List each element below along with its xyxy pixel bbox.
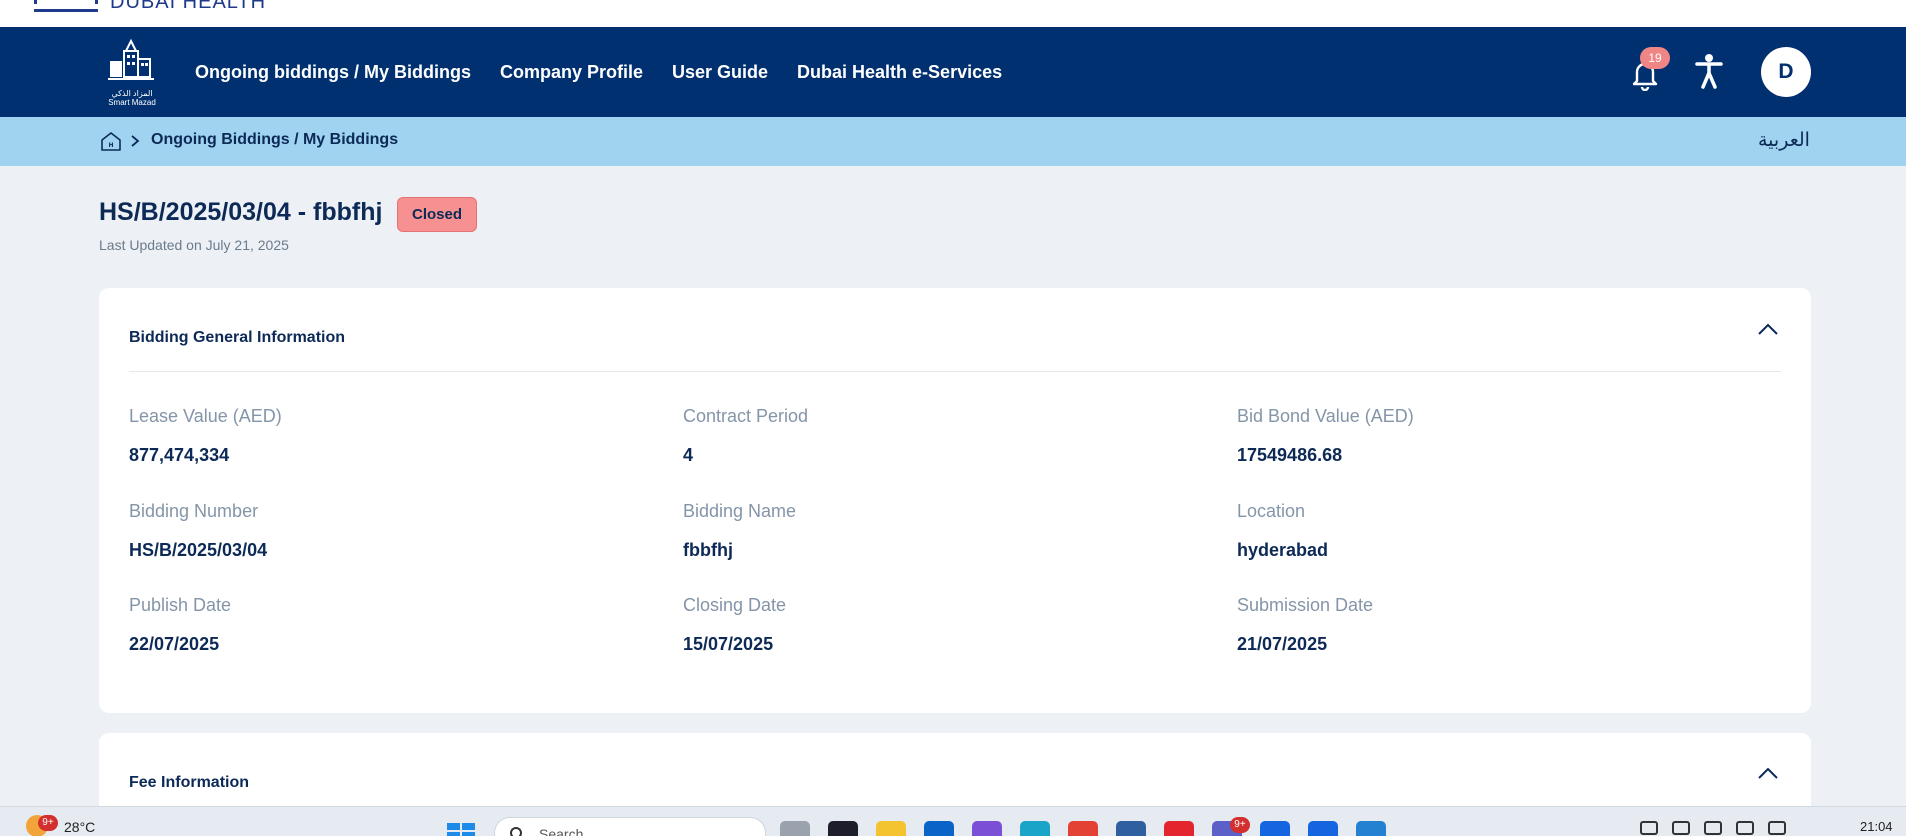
- search-placeholder: Search: [539, 826, 584, 836]
- field-value: 877,474,334: [129, 445, 230, 465]
- edge-icon[interactable]: [1020, 821, 1050, 836]
- page-title: HS/B/2025/03/04 - fbbfhj: [99, 198, 383, 226]
- wifi-icon[interactable]: [1704, 821, 1722, 835]
- chevron-right-icon: [131, 135, 140, 147]
- user-avatar[interactable]: D: [1761, 47, 1811, 97]
- system-clock[interactable]: 21:04: [1860, 819, 1893, 834]
- field-value: HS/B/2025/03/04: [129, 540, 268, 560]
- brand-name: DUBAI HEALTH: [110, 0, 267, 13]
- field-value: 4: [683, 445, 694, 465]
- chevron-up-icon[interactable]: [1757, 766, 1779, 780]
- weather-badge: 9+: [38, 815, 58, 831]
- nav-company-profile[interactable]: Company Profile: [500, 62, 643, 83]
- general-info-title: Bidding General Information: [129, 329, 346, 346]
- smart-mazad-logo-english: Smart Mazad: [108, 98, 156, 107]
- field-label: Location: [1237, 501, 1306, 521]
- nav-e-services[interactable]: Dubai Health e-Services: [797, 62, 1002, 83]
- field-label: Submission Date: [1237, 595, 1374, 615]
- chrome-icon[interactable]: [1068, 821, 1098, 836]
- field-label: Lease Value (AED): [129, 406, 282, 426]
- smart-mazad-logo-icon: [108, 38, 154, 80]
- windows-start-icon[interactable]: [447, 823, 475, 836]
- field-label: Bidding Number: [129, 501, 259, 521]
- field-label: Bidding Name: [683, 501, 797, 521]
- brand-strip: DUBAI HEALTH: [0, 0, 1906, 27]
- accessibility-icon[interactable]: [1694, 53, 1724, 89]
- field-bidding-name: Bidding Name fbbfhj: [683, 501, 796, 561]
- mx-app-icon[interactable]: [828, 821, 858, 836]
- field-value: 15/07/2025: [683, 634, 774, 654]
- taskbar-search[interactable]: Search: [494, 817, 766, 836]
- store-icon[interactable]: [1116, 821, 1146, 836]
- field-value: 21/07/2025: [1237, 634, 1328, 654]
- field-label: Contract Period: [683, 406, 809, 426]
- field-closing-date: Closing Date 15/07/2025: [683, 595, 786, 655]
- pen-icon[interactable]: [1672, 821, 1690, 835]
- nav-user-guide[interactable]: User Guide: [672, 62, 768, 83]
- red-app-icon[interactable]: [1164, 821, 1194, 836]
- teams-badge: 9+: [1230, 817, 1250, 833]
- field-label: Closing Date: [683, 595, 787, 615]
- os-taskbar: 9+ 28°C Search 9+ 21:04: [0, 806, 1906, 836]
- chevron-up-icon[interactable]: [1757, 322, 1779, 336]
- file-explorer-icon[interactable]: [876, 821, 906, 836]
- home-icon[interactable]: H: [100, 130, 122, 152]
- field-submission-date: Submission Date 21/07/2025: [1237, 595, 1373, 655]
- field-location: Location hyderabad: [1237, 501, 1328, 561]
- field-label: Bid Bond Value (AED): [1237, 406, 1414, 426]
- field-value: 22/07/2025: [129, 634, 220, 654]
- main-navbar: المزاد الذكي Smart Mazad Ongoing bidding…: [0, 27, 1906, 117]
- copilot-icon[interactable]: [972, 821, 1002, 836]
- smart-mazad-logo[interactable]: المزاد الذكي Smart Mazad: [104, 37, 160, 107]
- system-tray: [1640, 821, 1786, 835]
- field-publish-date: Publish Date 22/07/2025: [129, 595, 231, 655]
- task-view-icon[interactable]: [780, 821, 810, 836]
- vscode-icon[interactable]: [1356, 821, 1386, 836]
- field-value: 17549486.68: [1237, 445, 1343, 465]
- nav-menu: Ongoing biddings / My Biddings Company P…: [195, 27, 1002, 117]
- dubai-health-logo-icon: [34, 0, 98, 12]
- temperature: 28°C: [64, 819, 96, 835]
- status-badge: Closed: [397, 197, 478, 232]
- blue-app-icon[interactable]: [1260, 821, 1290, 836]
- field-value: hyderabad: [1237, 540, 1329, 560]
- field-bidding-number: Bidding Number HS/B/2025/03/04: [129, 501, 267, 561]
- fee-info-title: Fee Information: [129, 774, 250, 791]
- breadcrumb-current[interactable]: Ongoing Biddings / My Biddings: [151, 131, 398, 149]
- last-updated-text: Last Updated on July 21, 2025: [99, 237, 289, 253]
- outlook-icon[interactable]: [924, 821, 954, 836]
- language-toggle[interactable]: العربية: [1758, 129, 1810, 151]
- general-info-card: Bidding General Information Lease Value …: [99, 288, 1811, 713]
- volume-icon[interactable]: [1736, 821, 1754, 835]
- battery-icon[interactable]: [1768, 821, 1786, 835]
- chevron-up-icon[interactable]: [1640, 821, 1658, 835]
- card-divider: [129, 371, 1781, 372]
- teams-icon[interactable]: 9+: [1212, 817, 1250, 836]
- taskbar-apps: 9+: [780, 817, 1386, 836]
- field-bid-bond-value: Bid Bond Value (AED) 17549486.68: [1237, 406, 1414, 466]
- field-lease-value: Lease Value (AED) 877,474,334: [129, 406, 282, 466]
- field-label: Publish Date: [129, 595, 232, 615]
- breadcrumb: H Ongoing Biddings / My Biddings العربية: [0, 117, 1906, 166]
- smart-mazad-logo-arabic: المزاد الذكي: [111, 89, 153, 98]
- blue-app-2-icon[interactable]: [1308, 821, 1338, 836]
- notification-count-badge: 19: [1640, 47, 1670, 69]
- nav-ongoing-biddings[interactable]: Ongoing biddings / My Biddings: [195, 62, 471, 83]
- field-value: fbbfhj: [683, 540, 733, 560]
- svg-text:H: H: [108, 142, 113, 149]
- field-contract-period: Contract Period 4: [683, 406, 808, 466]
- search-icon: [510, 827, 522, 836]
